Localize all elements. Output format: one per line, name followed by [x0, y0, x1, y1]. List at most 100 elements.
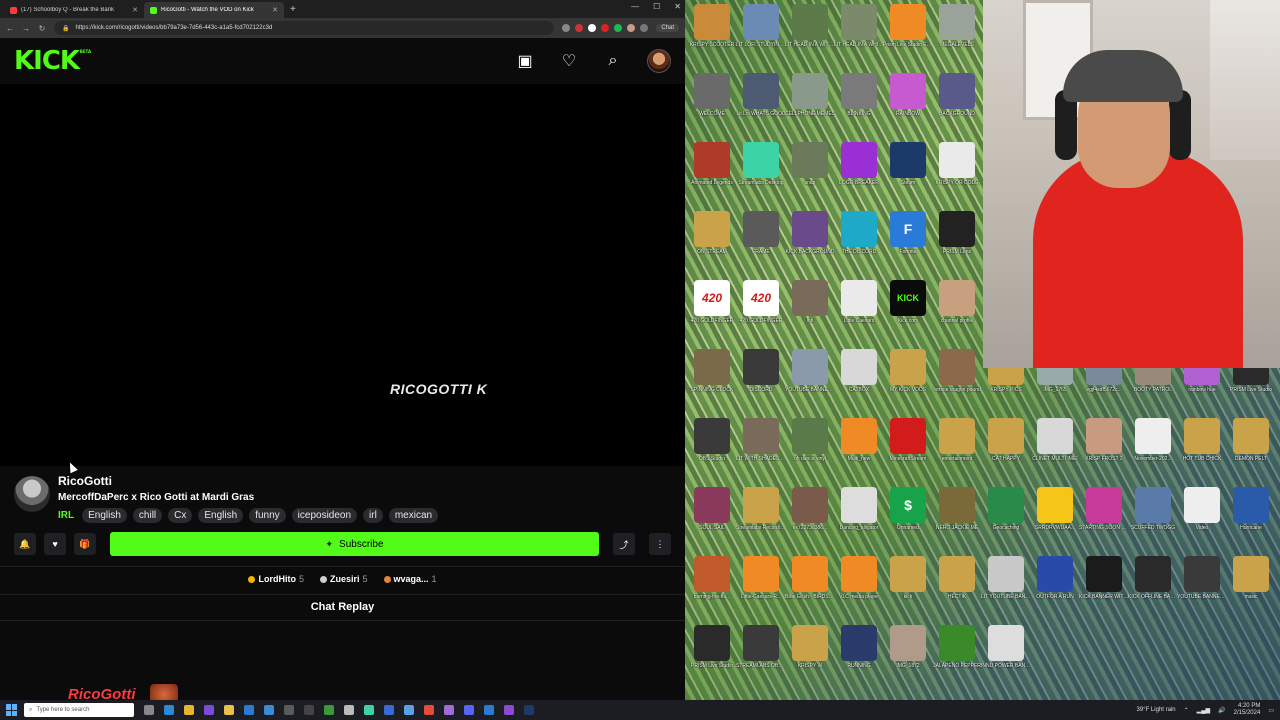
minimize-icon[interactable]: — — [631, 2, 639, 11]
desktop-icon[interactable]: CATBOX — [836, 349, 882, 407]
desktop-icon[interactable]: F Fortnite — [885, 211, 931, 269]
desktop-icon[interactable]: Lit Lol WHATS GOOD — [736, 73, 786, 131]
app-icon[interactable] — [384, 705, 394, 715]
desktop-icon[interactable]: STARTING SOON WOBBLE — [1079, 487, 1129, 545]
tag[interactable]: chill — [132, 508, 163, 523]
desktop-icon[interactable]: Streamlabs Recordings — [736, 487, 786, 545]
steam-icon[interactable] — [524, 705, 534, 715]
desktop-icon[interactable]: Dancing_alligator — [836, 487, 882, 545]
app-icon[interactable] — [284, 705, 294, 715]
desktop-icon[interactable]: MEGALEVELS — [934, 4, 980, 62]
desktop-icon[interactable]: KRISP FROST 2 — [1081, 418, 1127, 476]
desktop-icon[interactable]: Little Caesars — [836, 280, 882, 338]
share-button[interactable]: ⤴ — [613, 533, 635, 555]
desktop-icon[interactable]: Prism Live Studio EMOTES — [883, 4, 933, 62]
desktop-icon[interactable]: burning-fire-fla... — [689, 556, 735, 614]
store-icon[interactable] — [244, 705, 254, 715]
desktop-icon[interactable]: PRISM Live Studio — [689, 625, 735, 683]
desktop-icon[interactable]: entertainment — [934, 418, 980, 476]
desktop-icon[interactable]: CAT HAPPY — [983, 418, 1029, 476]
desktop-icon[interactable]: Hurricane — [1228, 487, 1274, 545]
follow-button[interactable]: ♥ — [44, 533, 66, 555]
gifter-item[interactable]: LordHito 5 — [248, 574, 304, 584]
app-icon[interactable] — [324, 705, 334, 715]
desktop-icon[interactable]: music — [1228, 556, 1274, 614]
desktop-icon[interactable]: Streamlabs Desktop — [738, 142, 784, 200]
desktop-icon[interactable]: DISCORD — [738, 349, 784, 407]
desktop-icon[interactable]: ex72373d386... — [787, 487, 833, 545]
edge-icon[interactable] — [164, 705, 174, 715]
notification-bell-button[interactable]: 🔔 — [14, 533, 36, 555]
desktop-icon[interactable]: LIT YOUTUBE BANNER — [981, 556, 1031, 614]
desktop-icon[interactable]: kick — [885, 556, 931, 614]
desktop-icon[interactable]: KRISPY W — [787, 625, 833, 683]
app-icon[interactable] — [344, 705, 354, 715]
gifter-item[interactable]: Zuesiri 5 — [319, 574, 368, 584]
desktop-icon[interactable]: CLINET MULTI IMEI — [1032, 418, 1078, 476]
app-icon[interactable] — [484, 705, 494, 715]
browse-icon[interactable]: ▣ — [515, 51, 535, 71]
desktop-icon[interactable]: MinecraftStream — [885, 418, 931, 476]
kick-logo[interactable]: KICK BETA — [14, 46, 91, 76]
desktop-icon[interactable]: KICK BANNER WITH FLAMES — [1079, 556, 1129, 614]
extension-icon[interactable] — [562, 24, 571, 32]
desktop-icon[interactable]: November-202... — [1130, 418, 1176, 476]
chat-button[interactable]: Chat — [656, 24, 679, 32]
desktop-icon[interactable]: lofi — [787, 280, 833, 338]
desktop-icon[interactable]: INNU POWER BANK RETURN — [981, 625, 1031, 683]
desktop-icon[interactable]: 420 420 GOLDFINGER — [689, 280, 735, 338]
network-icon[interactable]: ▂▄▆ — [1197, 707, 1210, 714]
menu-icon[interactable] — [640, 24, 649, 32]
desktop-icon[interactable]: MY KICK VODS — [885, 349, 931, 407]
extension-icon[interactable] — [575, 24, 584, 32]
desktop-icon[interactable]: KICK OFFLINE BANNER — [1128, 556, 1178, 614]
tag[interactable]: English — [198, 508, 244, 523]
desktop-icon[interactable]: Little-Caesars-R... — [738, 556, 784, 614]
subscribe-button[interactable]: ✦ Subscribe — [110, 532, 599, 556]
channel-avatar[interactable] — [14, 476, 50, 512]
desktop-icon[interactable]: channel profile — [934, 280, 980, 338]
maximize-icon[interactable]: ☐ — [653, 2, 660, 11]
obs-icon[interactable] — [304, 705, 314, 715]
desktop-icon[interactable]: RUNNING — [836, 625, 882, 683]
desktop-icon[interactable]: JALAPENO PEPPER — [933, 625, 981, 683]
user-avatar[interactable] — [647, 49, 671, 73]
desktop-icon[interactable]: VLC media player — [836, 556, 882, 614]
extension-icon[interactable] — [601, 24, 610, 32]
extension-icon[interactable] — [614, 24, 623, 32]
desktop-icon[interactable]: KRISPY SCOOTER — [689, 4, 735, 62]
desktop-icon[interactable]: CELLPHONE MEMES — [785, 73, 835, 131]
desktop-icon[interactable]: LIT HEAD IN A WITH FLAMES — [785, 4, 835, 62]
desktop-icon[interactable]: SRRDRVWUAA... — [1032, 487, 1078, 545]
desktop-icon[interactable]: OUTFOR A RUN — [1032, 556, 1078, 614]
desktop-icon[interactable]: oh dance vinyl — [787, 418, 833, 476]
mail-icon[interactable] — [264, 705, 274, 715]
new-tab-button[interactable]: + — [284, 2, 302, 18]
chrome-icon[interactable] — [424, 705, 434, 715]
desktop-icon[interactable]: BLINKING — [836, 73, 882, 131]
task-view-icon[interactable] — [144, 705, 154, 715]
heart-icon[interactable]: ♡ — [559, 51, 579, 71]
more-options-button[interactable]: ⋮ — [649, 533, 671, 555]
notifications-icon[interactable]: ▭ — [1268, 707, 1274, 714]
desktop-icon[interactable]: YOUTUBE BANNER NEW — [785, 349, 835, 407]
desktop-icon[interactable]: WELCOME — [689, 73, 735, 131]
app-icon[interactable] — [504, 705, 514, 715]
desktop-icon[interactable]: snap — [787, 142, 833, 200]
tag[interactable]: English — [82, 508, 127, 523]
app-icon[interactable] — [204, 705, 214, 715]
gift-button[interactable]: 🎁 — [74, 533, 96, 555]
desktop-icon[interactable]: PRISM Lens — [934, 211, 980, 269]
desktop-icon[interactable]: KICK BACKGROUND — [786, 211, 834, 269]
desktop-icon[interactable]: Multi_new — [836, 418, 882, 476]
desktop-icon[interactable]: $ Unnamed — [885, 487, 931, 545]
clock[interactable]: 4:20 PM 2/15/2024 — [1234, 703, 1261, 717]
category-link[interactable]: IRL — [58, 510, 74, 521]
tab-youtube[interactable]: (17) Schoolboy Q - Break the Bank ✕ — [4, 2, 144, 18]
desktop-icon[interactable]: LIT LOFI STUDYING CLASSIC — [736, 4, 786, 62]
discord-icon[interactable] — [464, 705, 474, 715]
desktop-icon[interactable]: fortnite dragon pound — [933, 349, 981, 407]
explorer-icon[interactable] — [224, 705, 234, 715]
app-icon[interactable] — [444, 705, 454, 715]
tag[interactable]: mexican — [388, 508, 439, 523]
